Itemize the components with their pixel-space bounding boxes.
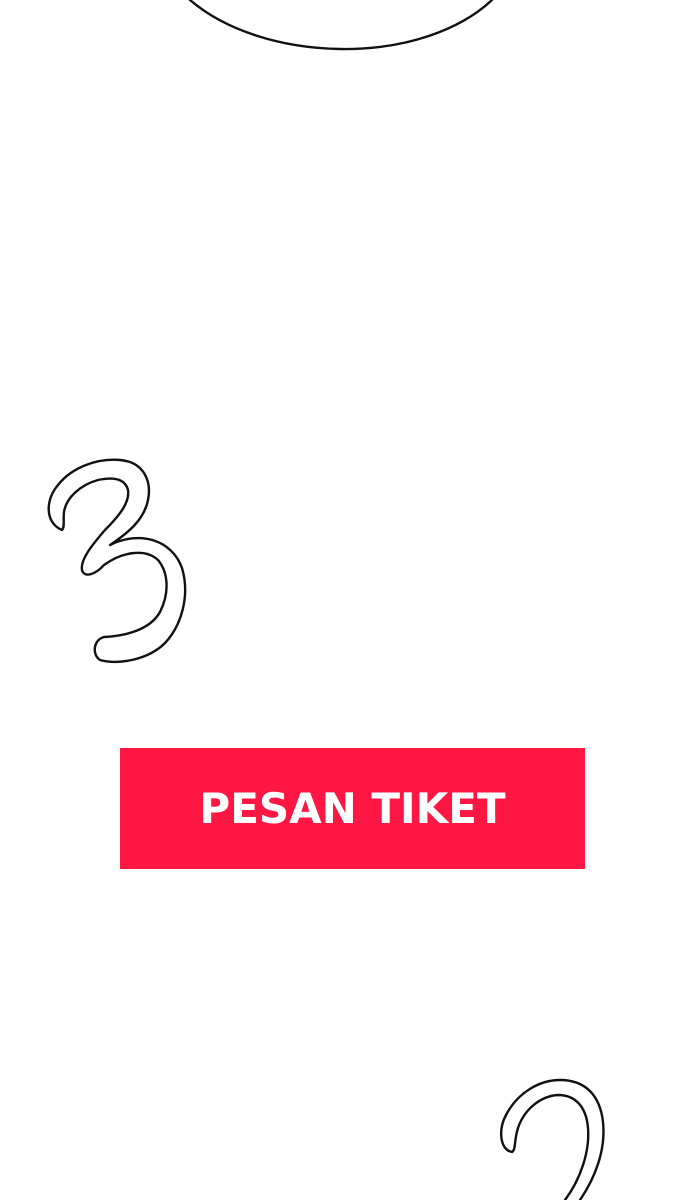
page-canvas: PESAN TIKET [0,0,700,1200]
book-ticket-button[interactable]: PESAN TIKET [120,748,585,869]
illustration-layer [47,0,605,1200]
book-ticket-label: PESAN TIKET [199,784,506,833]
digit-three-doodle [47,458,187,664]
hook-doodle [500,1078,605,1200]
curve-doodle [188,0,494,51]
